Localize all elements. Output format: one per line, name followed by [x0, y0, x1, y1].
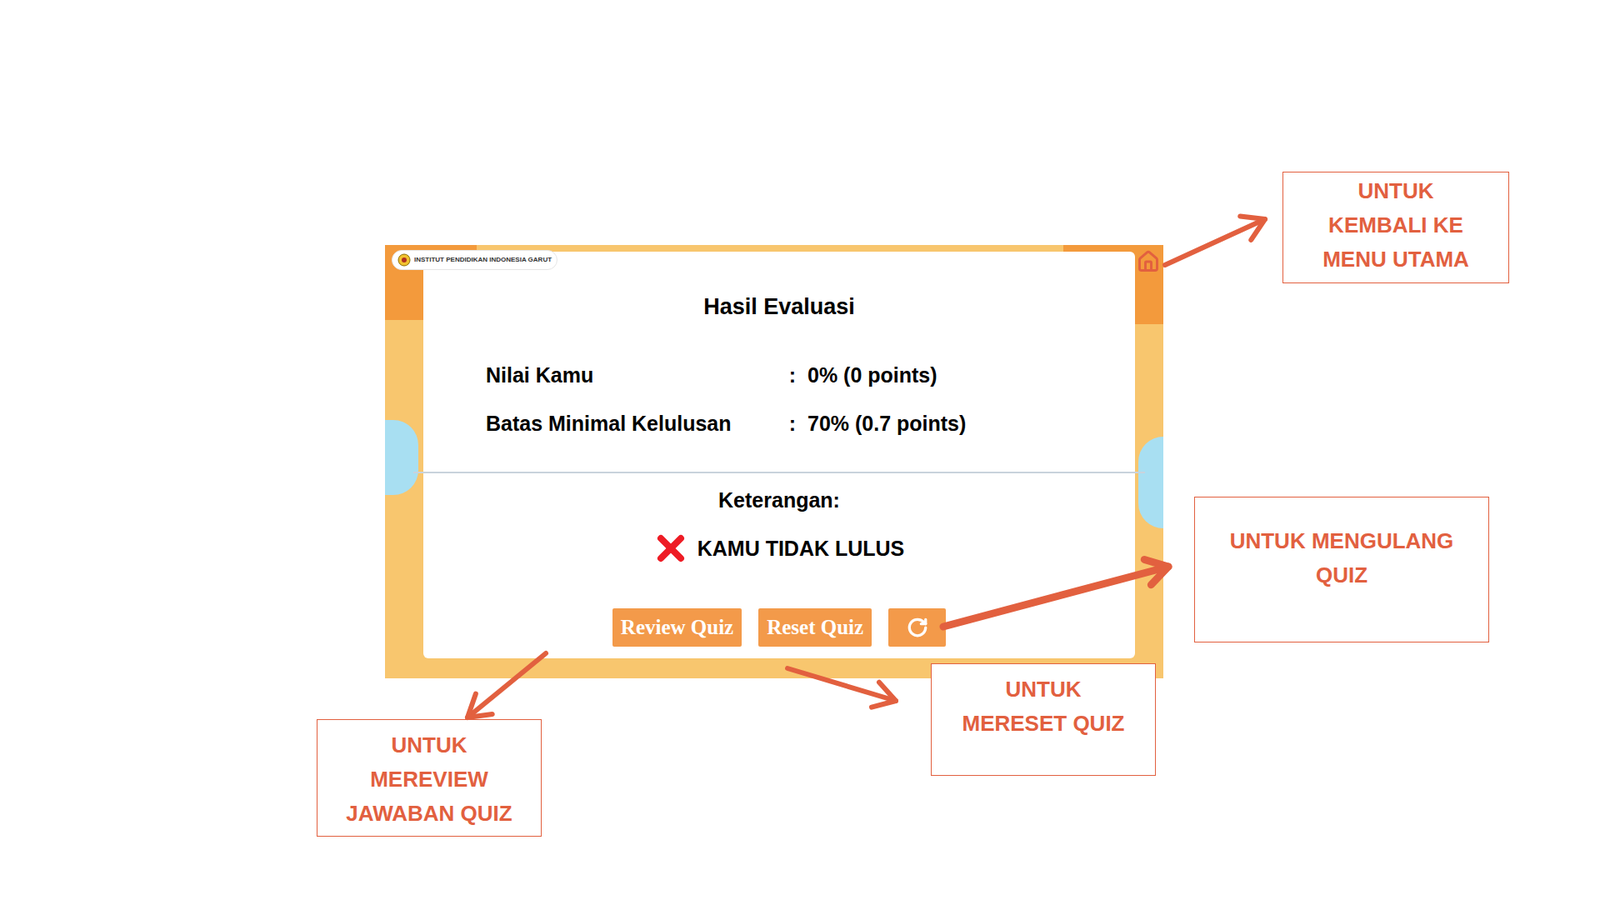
side-decoration [385, 420, 419, 495]
page: Hasil Evaluasi Nilai Kamu: 0% (0 points) Ba… [0, 0, 1600, 900]
annotation-arrow [943, 559, 1169, 627]
score-table: Nilai Kamu: 0% (0 points) Batas Minimal Ke… [485, 361, 966, 437]
score-value: 70% (0.7 points) [807, 410, 966, 437]
annotation-arrows [0, 0, 1600, 900]
annotation-box: UNTUK MENGULANGQUIZ [1194, 496, 1490, 643]
result-line: KAMU TIDAK LULUS [654, 531, 905, 565]
annotation-box: UNTUKMEREVIEWJAWABAN QUIZ [316, 719, 542, 837]
result-text: KAMU TIDAK LULUS [697, 535, 905, 562]
result-heading: Keterangan: [718, 486, 840, 514]
retry-button[interactable] [888, 608, 946, 647]
retry-icon [906, 616, 929, 639]
quiz-button[interactable]: Reset Quiz [758, 608, 872, 647]
annotation-arrow [1165, 215, 1265, 265]
result-card: Hasil Evaluasi Nilai Kamu: 0% (0 points) Ba… [385, 245, 1164, 679]
cross-icon [654, 531, 688, 565]
button-row: Review Quiz Reset Quiz [612, 608, 946, 647]
score-label: Batas Minimal Kelulusan: [485, 410, 796, 437]
logo-icon [397, 253, 411, 267]
content-panel: Hasil Evaluasi Nilai Kamu: 0% (0 points) Ba… [423, 251, 1135, 659]
logo-badge: INSTITUT PENDIDIKAN INDONESIA GARUT [391, 250, 558, 270]
home-icon [1136, 250, 1160, 274]
home-button[interactable] [1135, 248, 1162, 275]
score-label: Nilai Kamu: [485, 361, 796, 389]
annotation-arrow [787, 668, 896, 708]
side-decoration [1138, 436, 1164, 529]
divider [413, 471, 1145, 474]
quiz-button[interactable]: Review Quiz [612, 608, 742, 647]
annotation-box: UNTUKMERESET QUIZ [930, 663, 1156, 776]
annotation-arrow [467, 653, 546, 718]
score-value: 0% (0 points) [807, 361, 966, 389]
title: Hasil Evaluasi [703, 293, 855, 320]
annotation-box: UNTUKKEMBALI KEMENU UTAMA [1282, 171, 1510, 284]
